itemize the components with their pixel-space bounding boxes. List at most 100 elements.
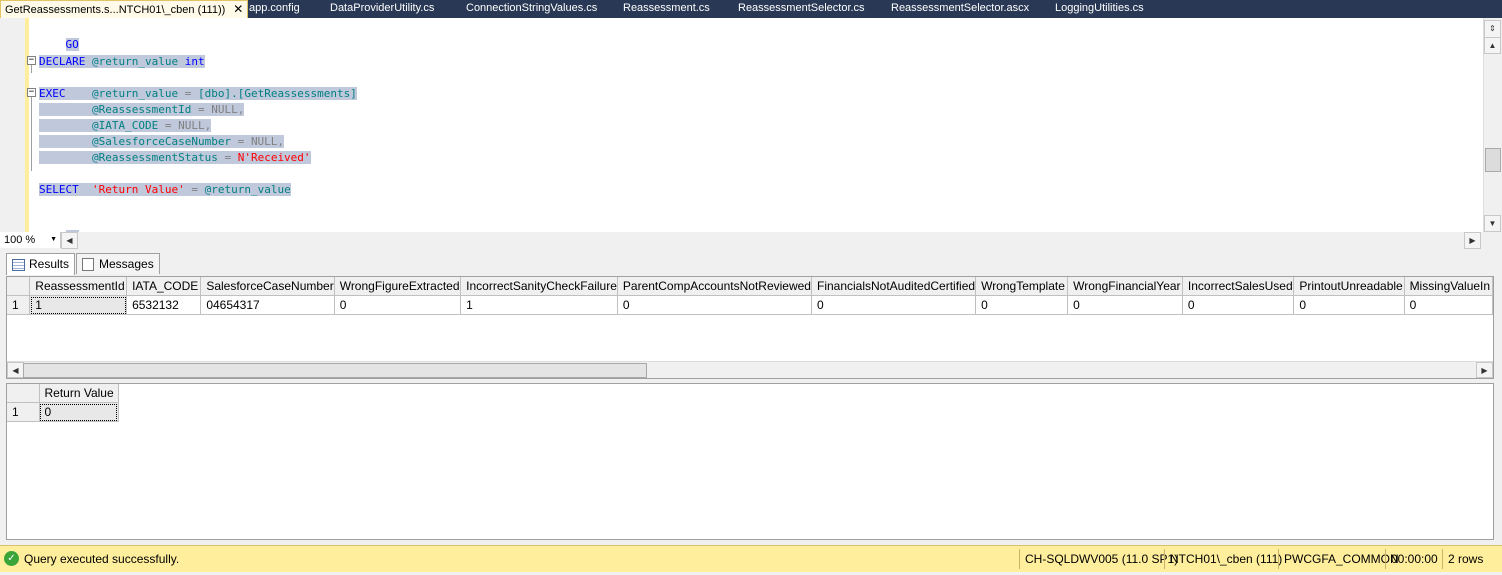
variable: @return_value	[91, 55, 179, 68]
tab-reassessmentselector-cs[interactable]: ReassessmentSelector.cs	[738, 0, 865, 18]
column-header[interactable]: Return Value	[39, 384, 119, 403]
table-cell[interactable]: 1	[29, 295, 128, 315]
scroll-left-icon[interactable]: ◀	[7, 362, 24, 378]
operator: =	[184, 183, 205, 196]
param-value: N'Received'	[237, 151, 311, 164]
zoom-dropdown[interactable]: 100 % ▼	[0, 232, 61, 248]
table-cell[interactable]: 0	[1404, 295, 1493, 315]
collapse-icon[interactable]: −	[27, 56, 36, 65]
chevron-down-icon: ▼	[50, 236, 57, 243]
tab-reassessmentselector-ascx[interactable]: ReassessmentSelector.ascx	[891, 0, 1029, 18]
table-cell[interactable]: 0	[1182, 295, 1295, 315]
keyword-type: int	[184, 55, 205, 68]
column-header[interactable]: SalesforceCaseNumber	[200, 277, 335, 296]
editor-margin	[0, 18, 26, 232]
table-row[interactable]: 1 1 6532132 04654317 0 1 0 0 0 0 0 0 0	[7, 295, 1493, 315]
tab-messages-label: Messages	[99, 257, 154, 271]
table-cell[interactable]: 6532132	[126, 295, 202, 315]
return-value-table: Return Value 1 0	[7, 384, 119, 422]
status-time: 00:00:00	[1385, 549, 1438, 569]
scroll-down-icon[interactable]: ▼	[1484, 215, 1501, 232]
code-line-param: @SalesforceCaseNumber = NULL,	[39, 134, 285, 149]
tab-app-config[interactable]: app.config	[249, 0, 300, 18]
code-line-param: @ReassessmentStatus = N'Received'	[39, 150, 311, 165]
grid-horizontal-scrollbar[interactable]: ◀ ▶	[7, 361, 1493, 378]
row-number[interactable]: 1	[7, 295, 31, 315]
column-header[interactable]: PrintoutUnreadable	[1293, 277, 1405, 296]
scroll-thumb[interactable]	[23, 363, 647, 378]
table-cell[interactable]: 0	[811, 295, 977, 315]
header-row: Return Value	[7, 384, 119, 403]
column-header[interactable]: IncorrectSanityCheckFailure	[460, 277, 618, 296]
operator: =	[191, 103, 212, 116]
table-cell[interactable]: 04654317	[200, 295, 335, 315]
code-line-select: SELECT 'Return Value' = @return_value	[39, 182, 291, 197]
success-check-icon: ✓	[4, 551, 19, 566]
zoom-value: 100 %	[4, 234, 36, 246]
param-value: NULL,	[211, 103, 245, 116]
code-line-param: @IATA_CODE = NULL,	[39, 118, 212, 133]
column-header[interactable]: IATA_CODE	[126, 277, 202, 296]
table-cell[interactable]: 0	[1293, 295, 1405, 315]
tab-label: GetReassessments.s...NTCH01\_cben (111))	[5, 4, 226, 16]
column-header[interactable]: MissingValueIn	[1404, 277, 1493, 296]
code-line-param: @ReassessmentId = NULL,	[39, 102, 245, 117]
table-cell[interactable]: 0	[334, 295, 462, 315]
keyword-declare: DECLARE	[39, 55, 86, 68]
messages-icon	[82, 258, 94, 271]
tab-loggingutilities[interactable]: LoggingUtilities.cs	[1055, 0, 1144, 18]
results-grid-1[interactable]: ReassessmentId IATA_CODE SalesforceCaseN…	[6, 276, 1494, 379]
scroll-thumb[interactable]	[1485, 148, 1501, 172]
tab-messages[interactable]: Messages	[76, 253, 160, 274]
column-header[interactable]: ParentCompAccountsNotReviewed	[617, 277, 812, 296]
scroll-left-icon[interactable]: ◀	[61, 232, 78, 249]
status-database: PWCGFA_COMMON	[1278, 549, 1399, 569]
scroll-right-icon[interactable]: ▶	[1476, 362, 1493, 378]
tab-connectionstringvalues[interactable]: ConnectionStringValues.cs	[466, 0, 597, 18]
column-header[interactable]: ReassessmentId	[29, 277, 128, 296]
param-value: NULL,	[250, 135, 285, 148]
collapse-icon[interactable]: −	[27, 88, 36, 97]
table-cell[interactable]: 0	[1067, 295, 1183, 315]
tab-results[interactable]: Results	[6, 253, 76, 275]
column-header[interactable]: WrongTemplate	[975, 277, 1069, 296]
param-name: @IATA_CODE	[91, 119, 159, 132]
column-header[interactable]: WrongFinancialYear	[1067, 277, 1183, 296]
status-rows: 2 rows	[1442, 549, 1483, 569]
query-editor[interactable]: − − GO DECLARE @return_value int EXEC @r…	[0, 18, 1485, 232]
corner-cell[interactable]	[7, 384, 40, 403]
tab-dataproviderutility[interactable]: DataProviderUtility.cs	[330, 0, 434, 18]
column-header[interactable]: IncorrectSalesUsed	[1182, 277, 1295, 296]
results-grid-2[interactable]: Return Value 1 0	[6, 383, 1494, 540]
code-line-exec: EXEC @return_value = [dbo].[GetReassessm…	[39, 86, 357, 101]
table-cell[interactable]: 0	[617, 295, 812, 315]
code-line-declare: DECLARE @return_value int	[39, 54, 205, 69]
scroll-up-icon[interactable]: ▲	[1484, 37, 1501, 54]
header-row: ReassessmentId IATA_CODE SalesforceCaseN…	[7, 277, 1493, 296]
editor-horizontal-scrollbar[interactable]: ◀ ▶	[61, 232, 1481, 249]
editor-vertical-scrollbar[interactable]: ⇕ ▲ ▼	[1483, 18, 1501, 232]
operator: =	[158, 119, 179, 132]
document-tab-strip: GetReassessments.s...NTCH01\_cben (111))…	[0, 0, 1502, 18]
corner-cell[interactable]	[7, 277, 31, 296]
param-name: @ReassessmentStatus	[91, 151, 218, 164]
column-header[interactable]: FinancialsNotAuditedCertified	[811, 277, 977, 296]
operator: =	[231, 135, 251, 148]
grid-icon	[12, 259, 25, 271]
tab-getreassessments[interactable]: GetReassessments.s...NTCH01\_cben (111))…	[0, 0, 249, 18]
code-line-go: GO	[39, 214, 79, 232]
column-header[interactable]: WrongFigureExtracted	[334, 277, 462, 296]
keyword-go: GO	[65, 38, 79, 51]
table-cell[interactable]: 1	[460, 295, 618, 315]
table-cell[interactable]: 0	[975, 295, 1069, 315]
results-table: ReassessmentId IATA_CODE SalesforceCaseN…	[7, 277, 1493, 315]
param-name: @SalesforceCaseNumber	[91, 135, 232, 148]
row-number[interactable]: 1	[7, 402, 40, 422]
tab-reassessment[interactable]: Reassessment.cs	[623, 0, 710, 18]
table-cell[interactable]: 0	[39, 402, 119, 422]
table-row[interactable]: 1 0	[7, 402, 119, 422]
scroll-right-icon[interactable]: ▶	[1464, 232, 1481, 249]
close-icon[interactable]: ✕	[233, 1, 243, 18]
split-icon[interactable]: ⇕	[1484, 20, 1501, 38]
operator: =	[217, 151, 238, 164]
